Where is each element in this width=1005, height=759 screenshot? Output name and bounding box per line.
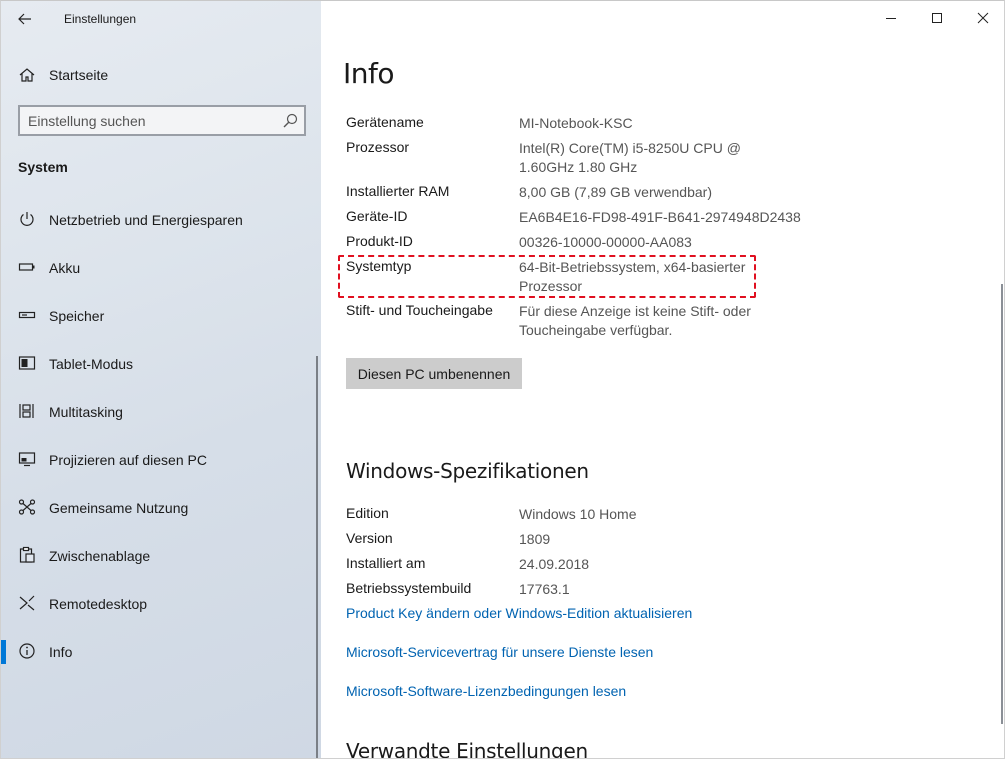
spec-label: Version [346, 530, 393, 546]
service-agreement-link[interactable]: Microsoft-Servicevertrag für unsere Dien… [346, 644, 653, 660]
spec-value: 00326-10000-00000-AA083 [519, 234, 692, 250]
spec-label: Produkt-ID [346, 233, 413, 249]
spec-label: Stift- und Toucheingabe [346, 302, 493, 318]
back-arrow-icon [18, 13, 31, 25]
power-icon [20, 212, 34, 226]
maximize-button[interactable] [914, 1, 960, 35]
minimize-icon [886, 18, 896, 19]
minimize-button[interactable] [868, 1, 914, 35]
search-input[interactable] [28, 111, 268, 130]
sidebar-item-label: Speicher [49, 308, 105, 324]
sidebar-item-label: Netzbetrieb und Energiesparen [49, 212, 243, 228]
close-icon [977, 12, 989, 24]
sidebar-item-storage[interactable]: Speicher [1, 292, 321, 340]
spec-label: Gerätename [346, 114, 424, 130]
info-icon [19, 643, 35, 659]
back-button[interactable] [11, 7, 39, 31]
sidebar-item-label: Tablet-Modus [49, 356, 134, 372]
window-controls [868, 1, 1004, 35]
spec-value: Für diese Anzeige ist keine Stift- oder … [519, 303, 751, 338]
main-panel: Info Gerätename MI-Notebook-KSC Prozesso… [321, 1, 1004, 759]
spec-value: MI-Notebook-KSC [519, 115, 633, 131]
spec-value: 64-Bit-Betriebssystem, x64-basierter Pro… [519, 259, 746, 294]
remote-desktop-icon [19, 595, 35, 611]
sidebar-item-label: Zwischenablage [49, 548, 151, 564]
section-title: System [18, 159, 68, 175]
windows-specs-heading: Windows-Spezifikationen [346, 459, 589, 483]
sidebar-item-label: Gemeinsame Nutzung [49, 500, 189, 516]
project-icon [18, 452, 36, 467]
search-box[interactable] [18, 105, 306, 136]
sidebar-item-label: Multitasking [49, 404, 123, 420]
sidebar-item-label: Info [49, 644, 73, 660]
sidebar-item-battery[interactable]: Akku [1, 244, 321, 292]
page-title: Info [343, 57, 395, 90]
spec-value: 24.09.2018 [519, 556, 590, 572]
home-icon [19, 68, 35, 82]
sidebar-item-label: Projizieren auf diesen PC [49, 452, 207, 468]
sidebar-scrollbar[interactable] [316, 356, 318, 758]
spec-value: 17763.1 [519, 581, 570, 597]
spec-label: Edition [346, 505, 389, 521]
battery-icon [18, 263, 35, 271]
spec-value: 1809 [519, 531, 551, 547]
spec-value: Windows 10 Home [519, 506, 637, 522]
sidebar-item-tablet-mode[interactable]: Tablet-Modus [1, 340, 321, 388]
spec-label: Installiert am [346, 555, 426, 571]
product-key-link[interactable]: Product Key ändern oder Windows-Edition … [346, 605, 692, 621]
storage-icon [18, 311, 36, 319]
sidebar-item-clipboard[interactable]: Zwischenablage [1, 532, 321, 580]
rename-pc-button[interactable]: Diesen PC umbenennen [346, 358, 522, 389]
share-icon [18, 499, 36, 515]
sidebar: Einstellungen Startseite System Netzbet [1, 1, 321, 758]
main-scrollbar[interactable] [1001, 284, 1003, 724]
sidebar-item-project[interactable]: Projizieren auf diesen PC [1, 436, 321, 484]
sidebar-item-home[interactable]: Startseite [1, 59, 321, 91]
related-settings-heading: Verwandte Einstellungen [346, 739, 588, 759]
sidebar-item-remote-desktop[interactable]: Remotedesktop [1, 580, 321, 628]
spec-label: Systemtyp [346, 258, 412, 274]
spec-label: Installierter RAM [346, 183, 450, 199]
sidebar-item-label: Remotedesktop [49, 596, 148, 612]
spec-label: Geräte-ID [346, 208, 408, 224]
spec-label: Prozessor [346, 139, 410, 155]
spec-value: EA6B4E16-FD98-491F-B641-2974948D2438 [519, 209, 801, 225]
sidebar-item-label: Akku [49, 260, 81, 276]
license-terms-link[interactable]: Microsoft-Software-Lizenzbedingungen les… [346, 683, 626, 699]
sidebar-item-info[interactable]: Info [1, 628, 321, 676]
spec-label: Betriebssystembuild [346, 580, 472, 596]
settings-window: Einstellungen Startseite System Netzbet [0, 0, 1005, 759]
sidebar-nav: Netzbetrieb und Energiesparen Akku Speic… [1, 196, 321, 676]
sidebar-item-label: Startseite [49, 67, 109, 83]
maximize-icon [932, 13, 942, 23]
search-icon[interactable] [282, 113, 298, 129]
multitasking-icon [19, 404, 34, 418]
window-title: Einstellungen [64, 12, 137, 26]
spec-value: Intel(R) Core(TM) i5-8250U CPU @ 1.60GHz… [519, 140, 741, 175]
sidebar-item-share[interactable]: Gemeinsame Nutzung [1, 484, 321, 532]
clipboard-icon [19, 546, 35, 563]
sidebar-item-multitasking[interactable]: Multitasking [1, 388, 321, 436]
title-bar: Einstellungen [1, 1, 321, 35]
spec-value: 8,00 GB (7,89 GB verwendbar) [519, 184, 712, 200]
close-button[interactable] [960, 1, 1004, 35]
tablet-mode-icon [18, 356, 36, 370]
active-indicator [1, 640, 6, 664]
sidebar-item-power[interactable]: Netzbetrieb und Energiesparen [1, 196, 321, 244]
